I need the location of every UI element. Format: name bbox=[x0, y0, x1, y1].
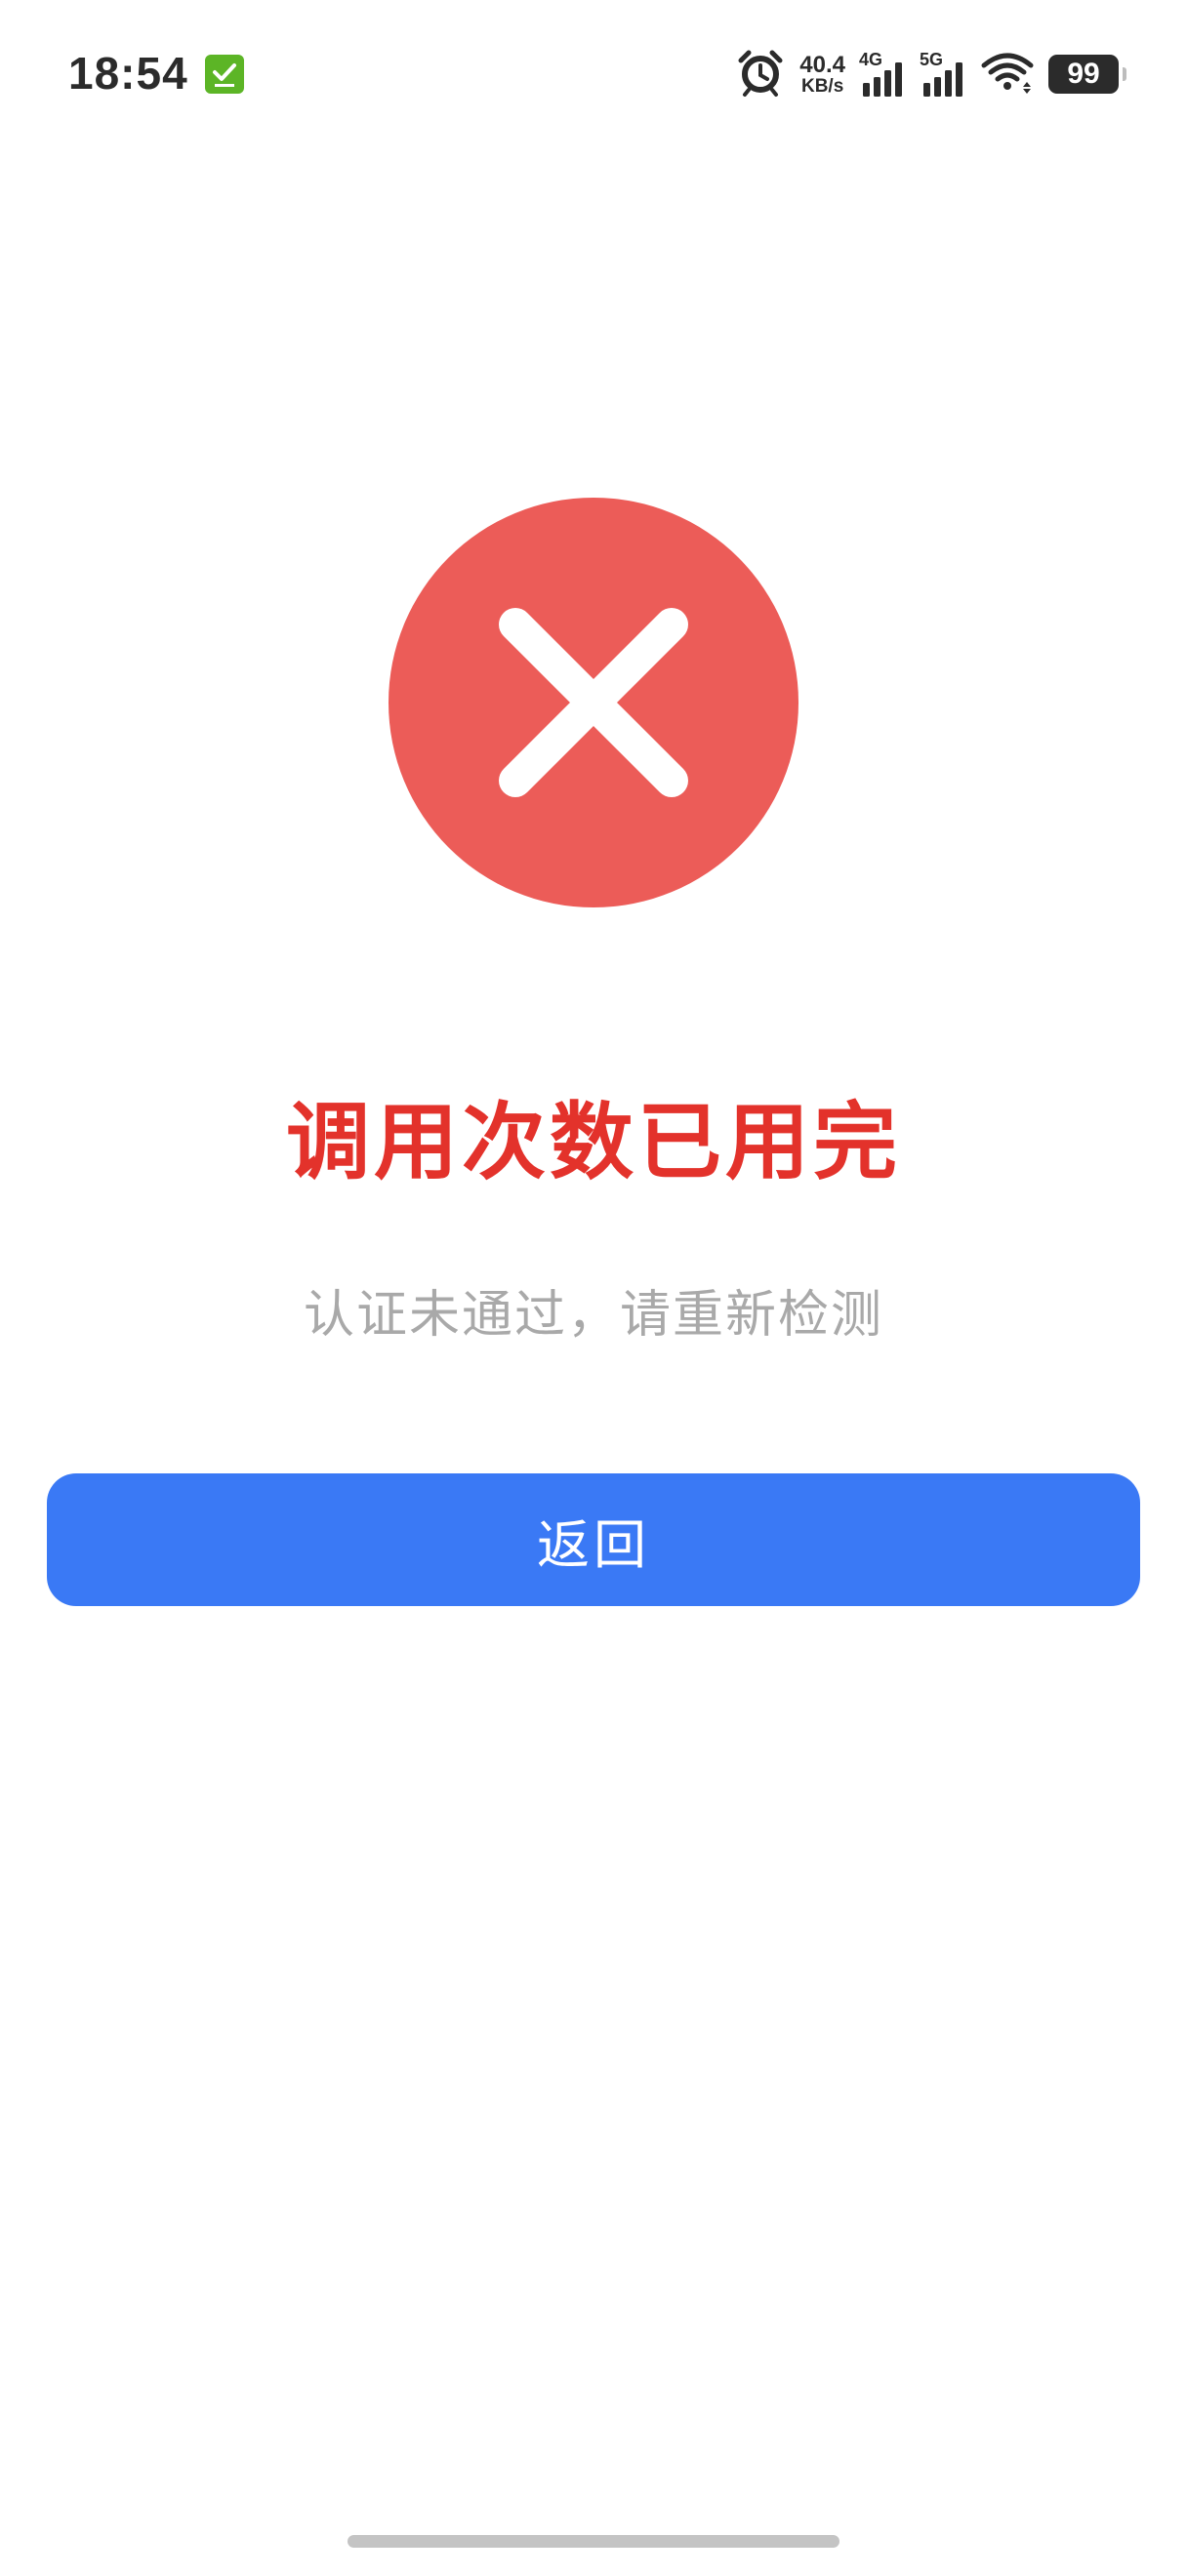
error-x-icon bbox=[389, 498, 798, 907]
app-notification-icon bbox=[205, 55, 244, 94]
result-subtitle: 认证未通过，请重新检测 bbox=[303, 1286, 883, 1345]
status-icons: 40.4 KB/s 4G 5G 99 bbox=[735, 47, 1126, 101]
network-speed: 40.4 KB/s bbox=[799, 51, 845, 97]
network-speed-value: 40.4 bbox=[799, 51, 845, 78]
battery-icon: 99 bbox=[1048, 55, 1126, 94]
battery-level: 99 bbox=[1067, 58, 1100, 90]
wifi-icon bbox=[980, 50, 1035, 99]
result-title: 调用次数已用完 bbox=[286, 1094, 901, 1191]
status-bar: 18:54 40.4 KB/s 4G 5G 99 bbox=[0, 0, 1187, 146]
back-button[interactable]: 返回 bbox=[47, 1473, 1140, 1606]
network-speed-unit: KB/s bbox=[800, 75, 844, 97]
signal-4g-icon: 4G bbox=[859, 50, 906, 99]
signal-5g-icon: 5G bbox=[920, 50, 966, 99]
alarm-icon bbox=[735, 47, 786, 101]
status-time: 18:54 bbox=[68, 48, 188, 99]
home-indicator[interactable] bbox=[348, 2535, 839, 2548]
